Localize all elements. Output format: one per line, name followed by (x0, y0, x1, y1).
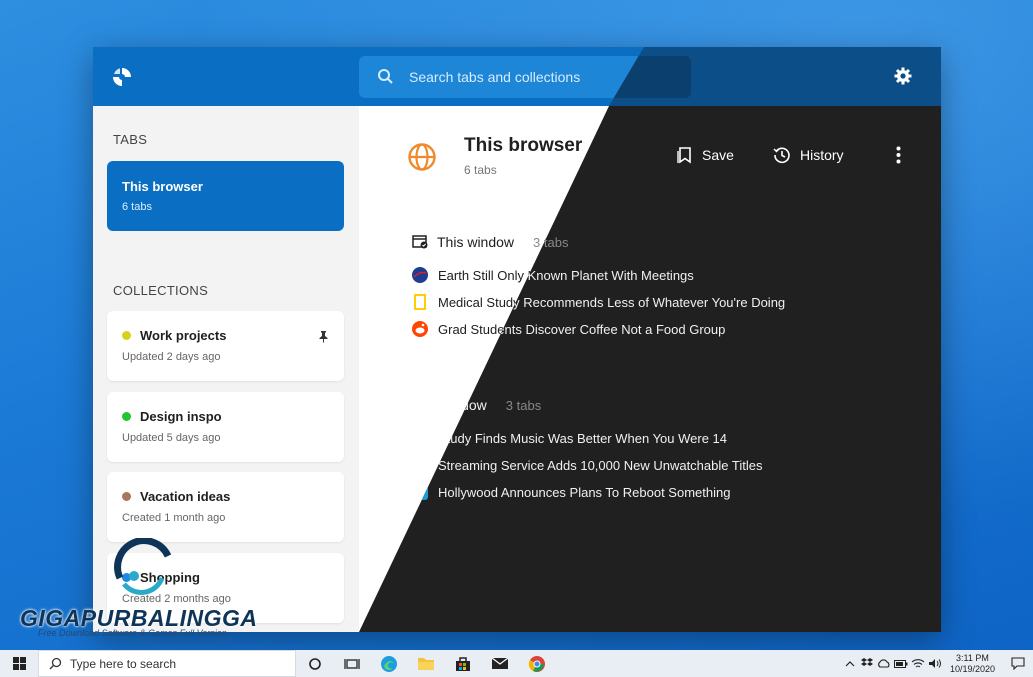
taskbar: Type here to search 3:11 PM 10/19/2020 (0, 650, 1033, 677)
edge-icon[interactable] (370, 650, 407, 677)
pin-icon[interactable] (318, 330, 329, 343)
tab-title: Study Finds Music Was Better When You We… (438, 430, 728, 446)
system-tray: 3:11 PM 10/19/2020 (842, 650, 1033, 677)
app-window: TABS This browser 6 tabs COLLECTIONS Wor… (93, 47, 941, 632)
globe-icon (408, 143, 436, 171)
reddit-icon (412, 321, 428, 337)
file-explorer-icon[interactable] (407, 650, 444, 677)
collection-vacation-ideas[interactable]: Vacation ideas Created 1 month ago (107, 472, 344, 542)
taskbar-search-text: Type here to search (70, 656, 177, 671)
battery-icon[interactable] (893, 650, 910, 677)
tab-card-count: 6 tabs (122, 201, 152, 213)
nasa-icon (412, 267, 428, 283)
clock[interactable]: 3:11 PM 10/19/2020 (950, 653, 995, 675)
page-subtitle: 6 tabs (464, 163, 497, 177)
search-icon (49, 657, 62, 670)
tab-row[interactable]: R Study Finds Music Was Better When You … (412, 430, 727, 446)
collection-updated: Created 1 month ago (122, 512, 226, 524)
more-options-icon[interactable] (896, 146, 901, 164)
history-button[interactable]: History (773, 146, 844, 164)
chevron-up-icon[interactable] (842, 650, 859, 677)
chrome-icon[interactable] (518, 650, 555, 677)
notification-icon[interactable] (1003, 650, 1033, 677)
collection-color-dot (122, 412, 131, 421)
store-icon[interactable] (444, 650, 481, 677)
clock-date: 10/19/2020 (949, 663, 995, 674)
tab-card-title: This browser (122, 179, 203, 194)
dropbox-icon[interactable] (859, 650, 876, 677)
collection-color-dot (122, 331, 131, 340)
page-title: This browser (464, 135, 583, 156)
collection-name: Work projects (140, 328, 227, 343)
onedrive-icon[interactable] (876, 650, 893, 677)
collection-name: Vacation ideas (140, 489, 231, 504)
watermark-tagline: Free Download Software & Games Full Vers… (38, 628, 227, 638)
collection-updated: Updated 2 days ago (122, 351, 221, 363)
collection-design-inspo[interactable]: Design inspo Updated 5 days ago (107, 392, 344, 462)
tab-title: Streaming Service Adds 10,000 New Unwatc… (438, 457, 763, 473)
tab-title: Hollywood Announces Plans To Reboot Some… (438, 484, 731, 500)
start-button[interactable] (0, 650, 38, 677)
collection-color-dot (122, 492, 131, 501)
clock-time: 3:11 PM (956, 652, 989, 663)
taskbar-search[interactable]: Type here to search (38, 650, 296, 677)
windows-logo-icon (12, 657, 26, 670)
tab-card-this-browser[interactable]: This browser 6 tabs (107, 161, 344, 231)
window-tab-count: 3 tabs (505, 397, 542, 413)
natgeo-icon (414, 294, 426, 310)
task-view-icon[interactable] (333, 650, 370, 677)
cortana-icon[interactable] (296, 650, 333, 677)
collection-name: Design inspo (140, 409, 222, 424)
volume-icon[interactable] (927, 650, 944, 677)
tab-row[interactable]: P Hollywood Announces Plans To Reboot So… (412, 484, 730, 500)
collection-updated: Updated 5 days ago (122, 432, 221, 444)
search-icon (378, 69, 393, 84)
collections-heading: COLLECTIONS (113, 283, 209, 298)
watermark-logo-icon (114, 538, 172, 595)
app-logo-icon (113, 68, 131, 86)
history-label: History (800, 147, 844, 163)
window-check-icon (412, 235, 428, 249)
window-name: This window (437, 234, 515, 250)
history-icon (773, 147, 790, 164)
bookmark-save-icon (677, 147, 691, 164)
wifi-icon[interactable] (910, 650, 927, 677)
settings-gear-icon[interactable] (893, 66, 913, 86)
tab-row[interactable]: m Streaming Service Adds 10,000 New Unwa… (412, 457, 762, 473)
tabs-heading: TABS (113, 132, 148, 147)
mail-icon[interactable] (481, 650, 518, 677)
collection-work-projects[interactable]: Work projects Updated 2 days ago (107, 311, 344, 381)
save-button[interactable]: Save (677, 146, 734, 164)
save-label: Save (702, 147, 734, 163)
